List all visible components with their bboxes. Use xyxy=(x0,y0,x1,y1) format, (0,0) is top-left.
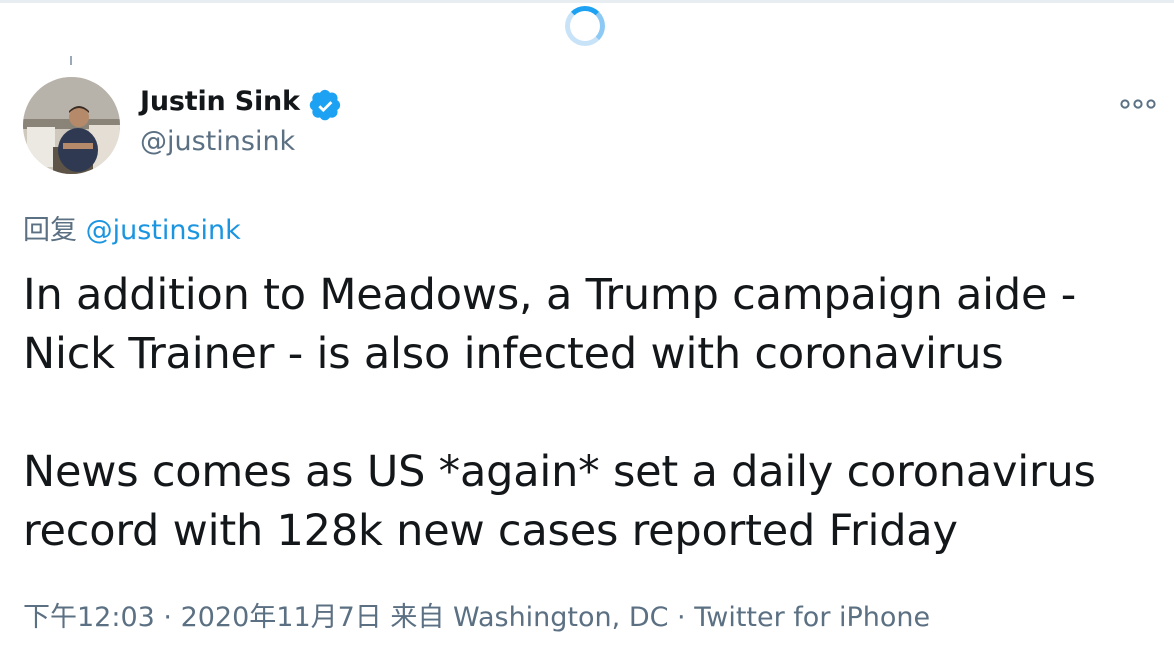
tweet-text-line: Nick Trainer - is also infected with cor… xyxy=(23,329,1004,379)
replying-to-label: 回复 xyxy=(23,215,77,246)
replying-to-line: 回复 @justinsink xyxy=(23,208,241,247)
more-options-icon[interactable] xyxy=(1118,94,1158,114)
author-handle[interactable]: @justinsink xyxy=(140,126,295,157)
tweet-metadata: 下午12:03 · 2020年11月7日 来自 Washington, DC ·… xyxy=(23,595,930,634)
tweet-text: In addition to Meadows, a Trump campaign… xyxy=(23,266,1163,561)
tweet-text-line: record with 128k new cases reported Frid… xyxy=(23,506,958,556)
author-display-name[interactable]: Justin Sink xyxy=(140,86,300,117)
avatar[interactable] xyxy=(23,77,120,174)
thread-connector-mark xyxy=(70,56,72,65)
tweet-source-link[interactable]: Twitter for iPhone xyxy=(694,602,930,633)
tweet-text-line: In addition to Meadows, a Trump campaign… xyxy=(23,270,1077,320)
tweet-location-link[interactable]: Washington, DC xyxy=(453,602,668,633)
verified-badge-icon xyxy=(309,89,341,121)
meta-separator: · xyxy=(668,602,695,633)
tweet-date-link[interactable]: 2020年11月7日 xyxy=(181,602,382,633)
meta-separator: · xyxy=(154,602,181,633)
from-label: 来自 xyxy=(381,602,453,633)
top-divider xyxy=(0,0,1174,3)
loading-spinner-icon xyxy=(565,6,605,46)
tweet-time-link[interactable]: 下午12:03 xyxy=(23,602,155,633)
replying-to-handle-link[interactable]: @justinsink xyxy=(86,215,241,246)
profile-photo xyxy=(23,77,120,174)
tweet-text-line: News comes as US *again* set a daily cor… xyxy=(23,447,1096,497)
